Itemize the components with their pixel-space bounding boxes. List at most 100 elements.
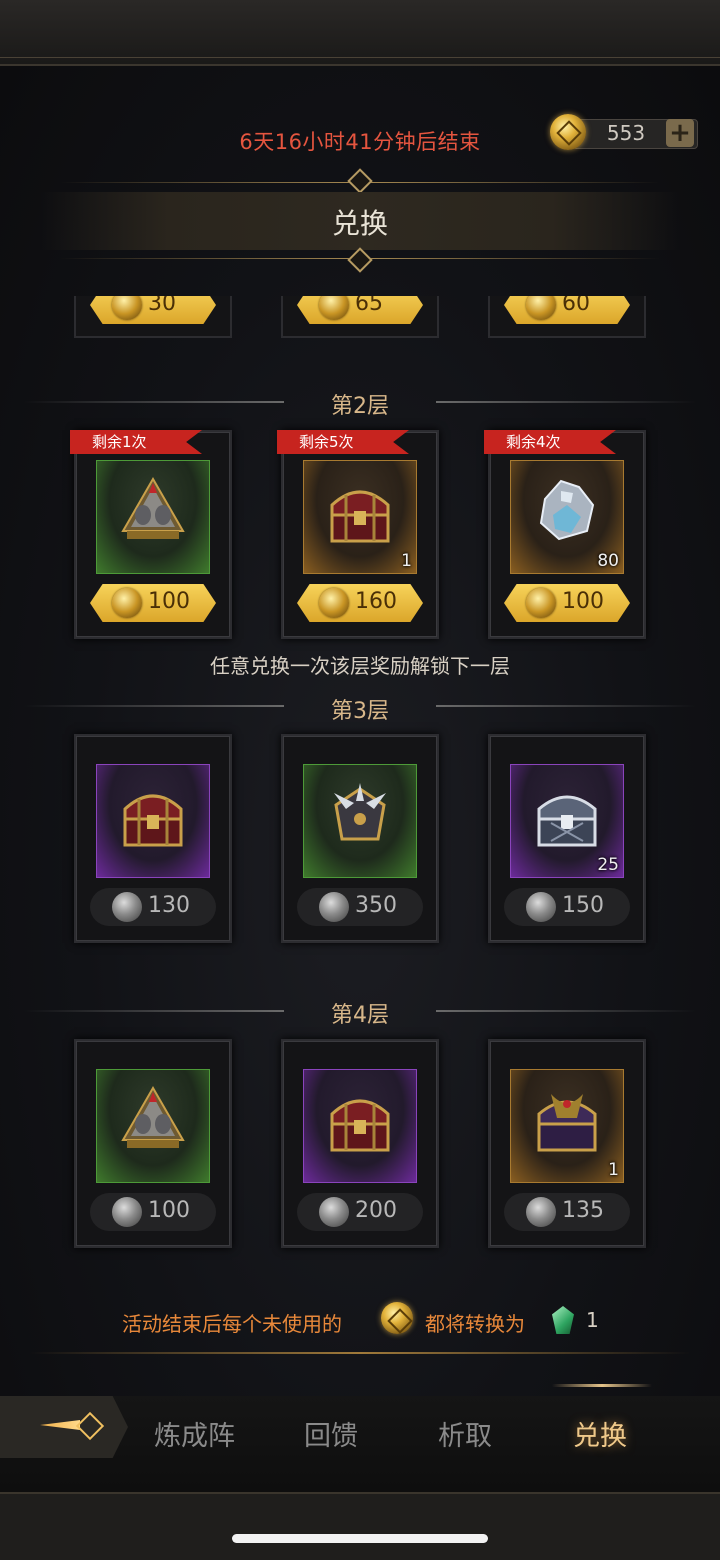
- price-button[interactable]: 65: [297, 296, 423, 324]
- reward-card[interactable]: 25 150: [488, 734, 646, 943]
- remaining-count-badge: 剩余5次: [277, 430, 409, 454]
- silver-chest-icon: [537, 795, 597, 847]
- tab-exchange[interactable]: 兑换: [573, 1414, 627, 1453]
- gold-coin-icon: [112, 296, 142, 320]
- currency-display: 553 +: [548, 112, 698, 152]
- reward-card[interactable]: 200: [281, 1039, 439, 1248]
- reward-card[interactable]: 剩余5次 1 160: [277, 430, 439, 639]
- price-value: 60: [562, 296, 590, 316]
- armor-icon: [334, 783, 386, 841]
- gold-coin-icon: [319, 296, 349, 320]
- reward-card[interactable]: 1 135: [488, 1039, 646, 1248]
- item-slot: 1: [510, 1069, 624, 1183]
- reward-card[interactable]: 剩余4次 80 100: [484, 430, 646, 639]
- price-button[interactable]: 100: [504, 584, 630, 622]
- currency-value: 553: [606, 121, 646, 145]
- item-quantity: 25: [597, 855, 619, 875]
- diamond-icon: [75, 1411, 105, 1441]
- reward-card[interactable]: 剩余1次 100: [70, 430, 232, 639]
- note-text-1: 活动结束后每个未使用的: [122, 1312, 342, 1336]
- silver-coin-icon: [526, 892, 556, 922]
- price-value: 30: [148, 296, 176, 316]
- price-button[interactable]: 150: [504, 888, 630, 926]
- tier1-card-bottom[interactable]: 60: [488, 296, 646, 338]
- title-banner: 兑换: [0, 168, 720, 273]
- back-button[interactable]: [0, 1396, 128, 1458]
- price-value: 100: [148, 589, 190, 614]
- tab-extract[interactable]: 析取: [438, 1414, 492, 1453]
- gold-coin-icon: [319, 588, 349, 618]
- top-status-bar: [0, 0, 720, 66]
- price-button[interactable]: 130: [90, 888, 216, 926]
- item-slot: [303, 1069, 417, 1183]
- silver-coin-icon: [112, 1197, 142, 1227]
- price-button[interactable]: 100: [90, 1193, 216, 1231]
- note-text-2: 都将转换为: [425, 1312, 525, 1336]
- tier1-card-bottom[interactable]: 65: [281, 296, 439, 338]
- tier-label: 第4层: [331, 1003, 389, 1028]
- price-button[interactable]: 100: [90, 584, 216, 622]
- reward-card[interactable]: 100: [74, 1039, 232, 1248]
- remaining-count-badge: 剩余1次: [70, 430, 202, 454]
- silver-coin-icon: [319, 892, 349, 922]
- add-currency-button[interactable]: +: [666, 119, 694, 147]
- price-value: 100: [562, 589, 604, 614]
- price-value: 350: [355, 893, 397, 918]
- reward-scroll-area[interactable]: 30 65 60 第2层 剩余1次 100 剩余5次 1 160 剩余4次 80…: [0, 296, 720, 1332]
- helmet-icon: [121, 1085, 185, 1148]
- gold-coin-icon: [381, 1302, 413, 1334]
- conversion-note: 活动结束后每个未使用的 都将转换为 1: [0, 1302, 720, 1336]
- home-indicator[interactable]: [232, 1534, 488, 1543]
- gold-coin-icon: [112, 588, 142, 618]
- price-value: 200: [355, 1198, 397, 1223]
- item-quantity: 1: [608, 1160, 619, 1180]
- arrow-left-icon: [40, 1420, 80, 1430]
- divider: [30, 1352, 690, 1354]
- item-quantity: 80: [597, 551, 619, 571]
- divider: [436, 401, 696, 403]
- item-slot: 80: [510, 460, 624, 574]
- tab-rewards[interactable]: 回馈: [304, 1414, 358, 1453]
- price-button[interactable]: 160: [297, 584, 423, 622]
- gold-coin-icon: [526, 296, 556, 320]
- green-gem-icon: [552, 1306, 574, 1334]
- item-quantity: 1: [401, 551, 412, 571]
- divider: [436, 1010, 696, 1012]
- silver-coin-icon: [112, 892, 142, 922]
- bottom-nav: 炼成阵 回馈 析取 兑换: [0, 1384, 720, 1492]
- dark-chest-icon: [537, 1094, 597, 1152]
- price-value: 160: [355, 589, 397, 614]
- tier-label: 第3层: [331, 699, 389, 724]
- price-button[interactable]: 200: [297, 1193, 423, 1231]
- note-amount: 1: [586, 1308, 599, 1332]
- crystal-ore-icon: [539, 479, 595, 541]
- price-value: 65: [355, 296, 383, 316]
- remaining-count-badge: 剩余4次: [484, 430, 616, 454]
- price-value: 150: [562, 893, 604, 918]
- treasure-chest-icon: [330, 490, 390, 543]
- item-slot: [96, 460, 210, 574]
- unlock-hint: 任意兑换一次该层奖励解锁下一层: [210, 654, 510, 678]
- treasure-chest-icon: [123, 794, 183, 847]
- tier1-card-bottom[interactable]: 30: [74, 296, 232, 338]
- price-button[interactable]: 60: [504, 296, 630, 324]
- divider: [436, 705, 696, 707]
- reward-card[interactable]: 130: [74, 734, 232, 943]
- price-value: 135: [562, 1198, 604, 1223]
- page-title: 兑换: [331, 207, 388, 240]
- silver-coin-icon: [319, 1197, 349, 1227]
- item-slot: [96, 1069, 210, 1183]
- price-value: 130: [148, 893, 190, 918]
- price-button[interactable]: 350: [297, 888, 423, 926]
- tab-alchemy[interactable]: 炼成阵: [154, 1414, 235, 1453]
- price-button[interactable]: 135: [504, 1193, 630, 1231]
- price-value: 100: [148, 1198, 190, 1223]
- item-slot: 25: [510, 764, 624, 878]
- price-button[interactable]: 30: [90, 296, 216, 324]
- gold-coin-icon: [550, 114, 586, 150]
- reward-card[interactable]: 350: [281, 734, 439, 943]
- item-slot: 1: [303, 460, 417, 574]
- silver-coin-icon: [526, 1197, 556, 1227]
- tier-label: 第2层: [331, 394, 389, 419]
- item-slot: [96, 764, 210, 878]
